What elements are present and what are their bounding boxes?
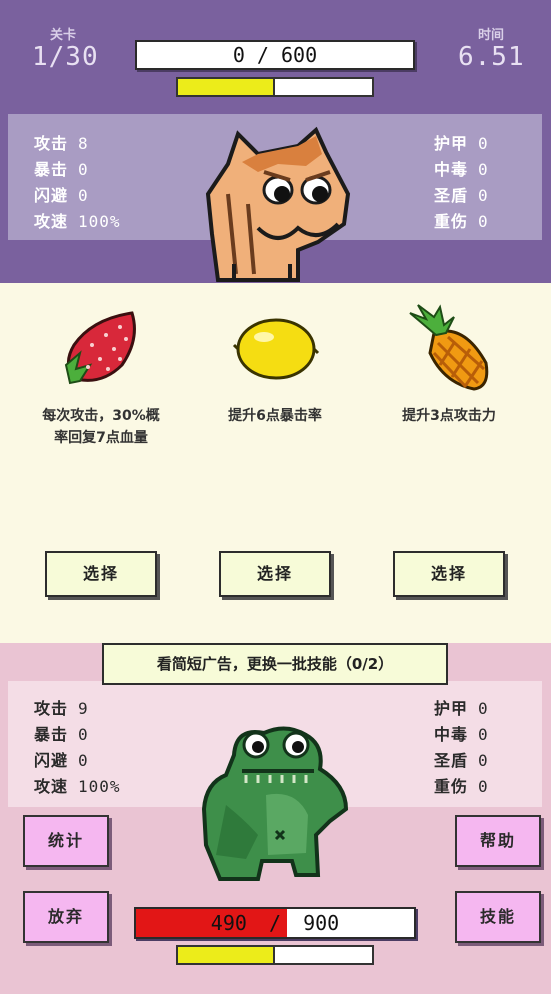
- enemy-stat-attack: 攻击 8: [34, 134, 89, 153]
- pineapple-icon: [409, 304, 489, 391]
- skill-3-description: 提升3点攻击力: [402, 408, 496, 424]
- select-skill-2-button[interactable]: 选择: [219, 551, 331, 597]
- skill-choice-area: 每次攻击，30%概 率回复7点血量 提升6点暴击率 提升3点攻击力 选择 选择 …: [0, 283, 551, 643]
- level-value: 1/30: [32, 42, 99, 72]
- time-label: 时间: [478, 28, 505, 43]
- player-energy-fill: [178, 947, 275, 963]
- player-frog-sprite: [201, 726, 349, 881]
- skill-2-description: 提升6点暴击率: [228, 408, 322, 424]
- skill-1-description: 每次攻击，30%概 率回复7点血量: [42, 408, 160, 446]
- help-button[interactable]: 帮助: [455, 815, 541, 867]
- time-value: 6.51: [458, 42, 525, 72]
- enemy-panel: 关卡 1/30 时间 6.51 0 / 600 攻击 8 暴击 0 闪避 0 攻速 10…: [0, 0, 551, 283]
- strawberry-icon: [64, 311, 136, 385]
- player-stat-crit: 暴击 0: [34, 725, 89, 744]
- enemy-dinosaur-sprite: [205, 126, 351, 282]
- player-stat-armor: 护甲 0: [434, 699, 489, 718]
- player-stat-dodge: 闪避 0: [34, 751, 89, 770]
- lemon-icon: [232, 318, 320, 380]
- level-label: 关卡: [50, 28, 77, 43]
- player-stat-shield: 圣盾 0: [434, 751, 489, 770]
- player-stat-poison: 中毒 0: [434, 725, 489, 744]
- player-hp-max: 900: [303, 911, 340, 935]
- enemy-hp-bar: 0 / 600: [135, 40, 415, 70]
- enemy-energy-bar: [176, 77, 374, 97]
- enemy-energy-fill: [178, 79, 275, 95]
- player-stat-wound: 重伤 0: [434, 777, 489, 796]
- skills-button[interactable]: 技能: [455, 891, 541, 943]
- player-hp-text: 490 / 900: [136, 909, 414, 937]
- enemy-stat-armor: 护甲 0: [434, 134, 489, 153]
- enemy-stat-crit: 暴击 0: [34, 160, 89, 179]
- watch-ad-refresh-skills-button[interactable]: 看简短广告，更换一批技能（0/2）: [102, 643, 448, 685]
- give-up-button[interactable]: 放弃: [23, 891, 109, 943]
- player-hp-separator: /: [268, 911, 282, 935]
- enemy-stat-poison: 中毒 0: [434, 160, 489, 179]
- enemy-hp-text: 0 / 600: [232, 43, 318, 67]
- player-hp-current: 490: [210, 911, 247, 935]
- player-hp-bar: 490 / 900: [134, 907, 416, 939]
- player-panel: 攻击 9 暴击 0 闪避 0 攻速 100% 护甲 0 中毒 0 圣盾 0 重伤 0 统计 放弃…: [0, 643, 551, 994]
- enemy-stat-speed: 攻速 100%: [34, 212, 121, 231]
- enemy-stat-dodge: 闪避 0: [34, 186, 89, 205]
- enemy-stat-wound: 重伤 0: [434, 212, 489, 231]
- player-energy-bar: [176, 945, 374, 965]
- enemy-stat-shield: 圣盾 0: [434, 186, 489, 205]
- player-stat-speed: 攻速 100%: [34, 777, 121, 796]
- player-stat-attack: 攻击 9: [34, 699, 89, 718]
- select-skill-1-button[interactable]: 选择: [45, 551, 157, 597]
- select-skill-3-button[interactable]: 选择: [393, 551, 505, 597]
- stats-button[interactable]: 统计: [23, 815, 109, 867]
